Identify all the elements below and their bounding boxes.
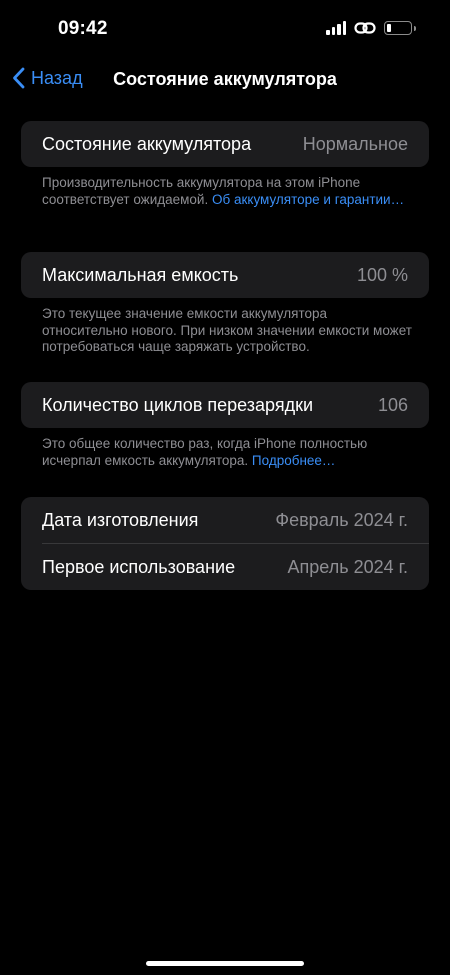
first-use-value: Апрель 2024 г. [287, 556, 408, 577]
page-title: Состояние аккумулятора [113, 69, 337, 89]
status-icons [326, 21, 416, 35]
cycle-count-footnote: Это общее количество раз, когда iPhone п… [42, 436, 412, 469]
cycle-count-row: Количество циклов перезарядки 106 [21, 382, 429, 428]
battery-icon [384, 21, 416, 35]
manufacture-date-row: Дата изготовления Февраль 2024 г. [21, 497, 429, 543]
status-bar: 09:42 [0, 0, 450, 60]
status-time: 09:42 [58, 18, 108, 39]
cellular-signal-icon [326, 21, 346, 35]
max-capacity-card: Максимальная емкость 100 % [21, 252, 429, 298]
cycle-count-value: 106 [377, 394, 408, 415]
home-indicator[interactable] [146, 961, 304, 966]
max-capacity-value: 100 % [356, 264, 408, 285]
battery-health-footnote: Производительность аккумулятора на этом … [42, 175, 412, 208]
manufacture-date-label: Дата изготовления [42, 509, 199, 530]
first-use-row: Первое использование Апрель 2024 г. [21, 544, 429, 590]
max-capacity-label: Максимальная емкость [42, 264, 239, 285]
manufacture-date-value: Февраль 2024 г. [275, 509, 408, 530]
link-icon [354, 22, 376, 34]
battery-warranty-link[interactable]: Об аккумуляторе и гарантии… [212, 192, 404, 207]
battery-health-label: Состояние аккумулятора [42, 133, 252, 154]
max-capacity-row: Максимальная емкость 100 % [21, 252, 429, 298]
cycle-count-card: Количество циклов перезарядки 106 [21, 382, 429, 428]
battery-health-card: Состояние аккумулятора Нормальное [21, 121, 429, 167]
learn-more-link[interactable]: Подробнее… [252, 453, 336, 468]
dates-card: Дата изготовления Февраль 2024 г. Первое… [21, 497, 429, 590]
cycle-count-label: Количество циклов перезарядки [42, 394, 314, 415]
battery-health-value: Нормальное [302, 133, 408, 154]
battery-health-row: Состояние аккумулятора Нормальное [21, 121, 429, 167]
first-use-label: Первое использование [42, 556, 236, 577]
navigation-bar: Назад Состояние аккумулятора [0, 60, 450, 100]
max-capacity-footnote: Это текущее значение емкости аккумулятор… [42, 306, 412, 354]
